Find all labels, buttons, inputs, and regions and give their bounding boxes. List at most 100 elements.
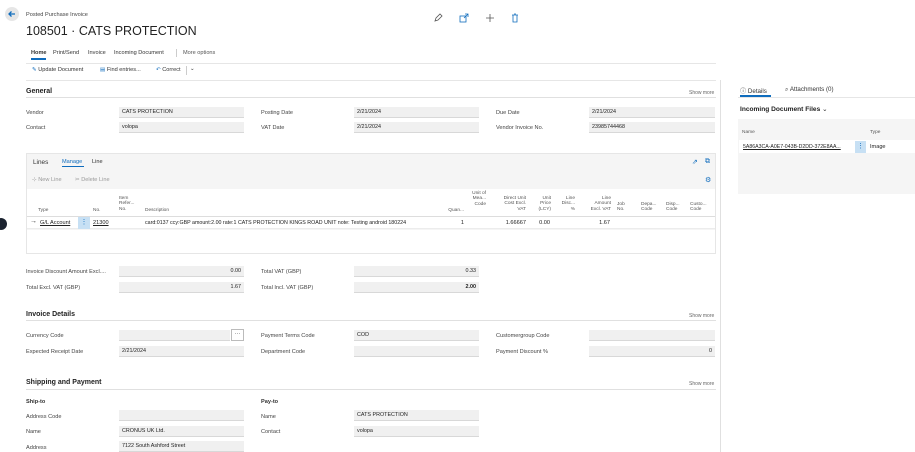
customergroup-field[interactable] [589,330,715,341]
tab-incoming-document[interactable]: Incoming Document [114,50,164,56]
file-row-menu-button[interactable]: ⋮ [855,141,866,153]
shipping-title: Shipping and Payment [26,379,102,386]
total-incl-vat-field: 2.00 [354,282,479,293]
pay-to-label: Pay-to [261,399,279,405]
row-menu-button[interactable]: ⋮ [78,217,90,229]
toolbar-separator [186,66,187,75]
vat-date-field[interactable]: 2/21/2024 [354,122,479,133]
tab-lines[interactable]: Lines [33,159,48,166]
invoice-details-show-more[interactable]: Show more [689,313,714,319]
expected-receipt-field[interactable]: 2/21/2024 [119,346,244,357]
line-description: card:0137 ccy:GBP amount:2.00 rate:1 CAT… [145,220,407,226]
pay-name-label: Name [261,414,276,420]
address-code-field[interactable] [119,410,244,421]
invoice-details-title: Invoice Details [26,311,76,318]
delete-line-button[interactable]: ✂ Delete Line [75,177,110,183]
add-icon[interactable] [485,10,495,22]
back-button[interactable] [5,7,19,21]
find-entries-label: Find entries... [106,67,141,73]
file-name[interactable]: 5A86A3CA-A0E7-043B-D2DD-372E8AA... [743,144,841,150]
pay-contact-field[interactable]: volopa [354,426,479,437]
chevron-down-icon: ⌄ [822,106,828,113]
scroll-marker [0,218,7,230]
incoming-files-title: Incoming Document Files [740,106,821,113]
vendor-label: Vendor [26,110,44,116]
payment-terms-label: Payment Terms Code [261,333,315,339]
tab-print-send[interactable]: Print/Send [53,50,79,56]
tab-line[interactable]: Line [92,159,103,165]
row-selected-arrow-icon: → [30,218,37,225]
general-title: General [26,88,53,95]
contact-label: Contact [26,125,46,131]
tab-home-underline [31,58,46,60]
shipping-divider [26,389,716,390]
ship-name-label: Name [26,429,41,435]
line-type[interactable]: G/L Account [40,220,70,226]
posting-date-label: Posting Date [261,110,294,116]
col-file-type: Type [870,130,881,135]
department-code-field[interactable] [354,346,479,357]
payment-discount-label: Payment Discount % [496,349,548,355]
tab-details-label: Details [747,88,767,95]
tab-invoice[interactable]: Invoice [88,50,106,56]
line-no[interactable]: 21300 [93,220,109,226]
col-quantity: Quan... [448,208,464,213]
file-type: Image [870,144,886,150]
general-show-more[interactable]: Show more [689,90,714,96]
chevron-down-icon[interactable]: ⌄ [190,66,195,72]
due-date-field[interactable]: 2/21/2024 [589,107,715,118]
info-icon: ⓘ [740,88,747,95]
pay-name-field[interactable]: CATS PROTECTION [354,410,479,421]
personalize-icon[interactable]: ⚙ [705,176,711,184]
ship-address-field[interactable]: 7122 South Ashford Street [119,441,244,452]
tab-attachments[interactable]: ⌕ Attachments (0) [785,86,834,94]
tab-details[interactable]: ⓘ Details [740,86,767,95]
col-unit-price: Unit Price (LCY) [538,196,551,212]
correct-button[interactable]: ↶ Correct [156,67,181,73]
address-code-label: Address Code [26,414,62,420]
new-line-button[interactable]: ⊹ New Line [32,177,62,183]
share-icon[interactable] [459,10,469,23]
new-line-label: New Line [38,177,62,183]
col-type: Type [38,208,49,213]
tab-manage[interactable]: Manage [62,159,82,165]
update-document-button[interactable]: ✎ Update Document [32,67,83,73]
col-job-no: Job No. [617,202,625,213]
toolbar-divider [26,63,716,64]
col-disp-code: Disp... Code [666,202,680,213]
incoming-files-panel [738,119,915,194]
delete-line-label: Delete Line [81,177,110,183]
currency-code-field[interactable] [119,330,230,341]
find-entries-button[interactable]: ▤ Find entries... [100,67,141,73]
currency-code-label: Currency Code [26,333,64,339]
payment-terms-field[interactable]: COD [354,330,479,341]
total-excl-vat-label: Total Excl. VAT (GBP) [26,285,81,291]
new-line-icon: ⊹ [32,177,37,183]
correct-label: Correct [162,67,181,73]
total-vat-label: Total VAT (GBP) [261,269,302,275]
ship-address-label: Address [26,445,47,451]
due-date-label: Due Date [496,110,520,116]
more-options[interactable]: More options [183,50,215,56]
tab-home[interactable]: Home [31,50,47,56]
payment-discount-field[interactable]: 0 [589,346,715,357]
vendor-invoice-field[interactable]: 23985744468 [589,122,715,133]
currency-lookup-button[interactable]: ··· [231,329,244,341]
vat-date-label: VAT Date [261,125,285,131]
incoming-files-header[interactable]: Incoming Document Files ⌄ [740,105,828,113]
shipping-show-more[interactable]: Show more [689,381,714,387]
col-direct-unit-cost: Direct Unit Cost Excl. VAT [503,196,526,212]
customergroup-label: Customergroup Code [496,333,550,339]
vendor-field[interactable]: CATS PROTECTION [119,107,244,118]
factbox-divider [720,80,721,452]
invoice-discount-field[interactable]: 0.00 [119,266,244,277]
expand-icon[interactable]: ⧉ [705,158,710,166]
contact-field[interactable]: volopa [119,122,244,133]
delete-icon[interactable] [510,10,520,23]
paperclip-icon: ⌕ [785,86,789,93]
ship-name-field[interactable]: CRONUS UK Ltd. [119,426,244,437]
edit-icon[interactable] [433,10,443,22]
posting-date-field[interactable]: 2/21/2024 [354,107,479,118]
share-icon[interactable]: ⇗ [692,158,698,166]
page-title: 108501 · CATS PROTECTION [26,24,197,38]
